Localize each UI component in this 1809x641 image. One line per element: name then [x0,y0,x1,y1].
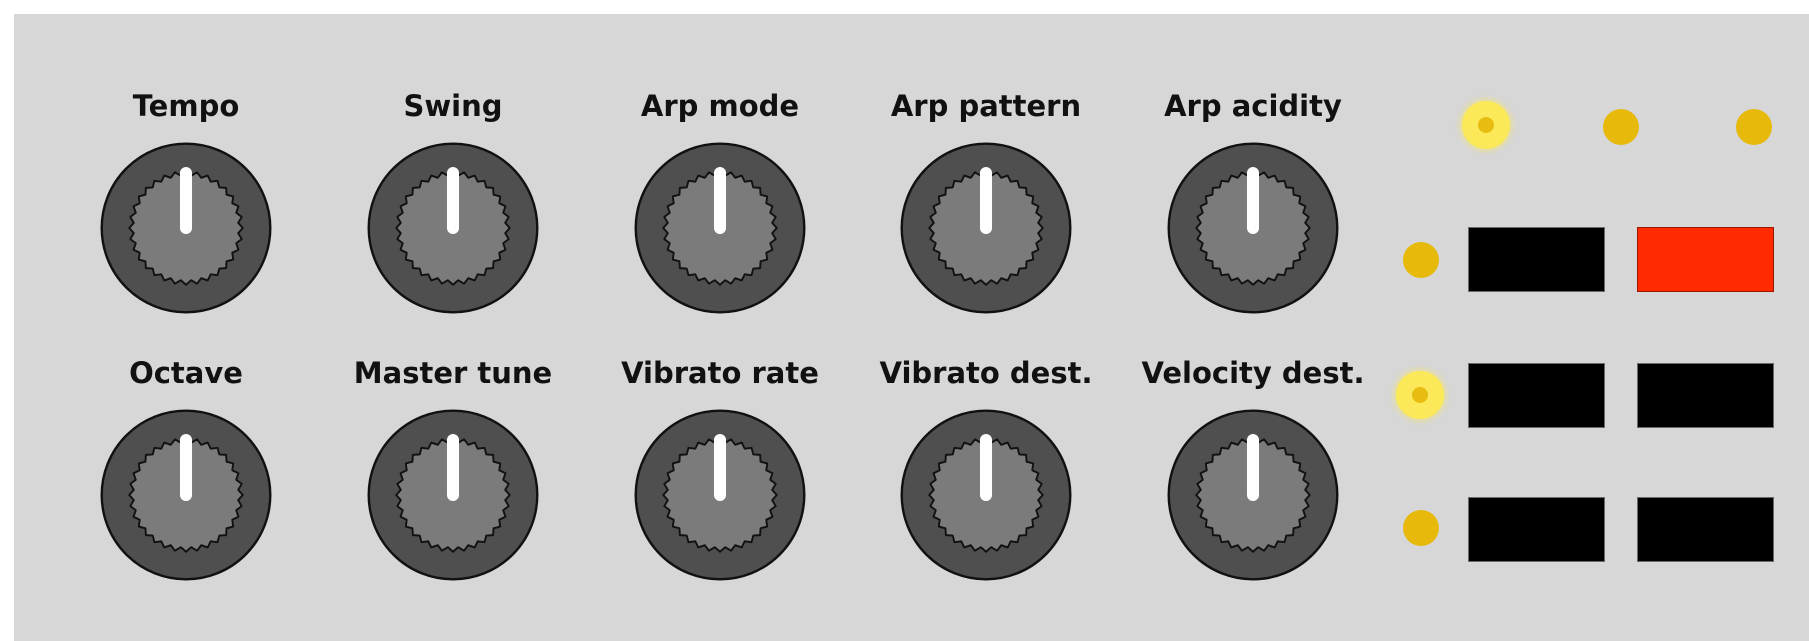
pad-3-1[interactable] [1468,497,1605,562]
knob-icon [900,409,1072,581]
knob-icon [900,142,1072,314]
tempo-label: Tempo [132,89,240,123]
pad-1-2[interactable] [1637,227,1774,292]
pad-2-1[interactable] [1468,363,1605,428]
knob-icon [367,409,539,581]
led-top-2 [1603,109,1639,145]
master-tune-label: Master tune [353,356,553,390]
vibrato-rate-label: Vibrato rate [621,356,819,390]
master-tune-knob[interactable] [367,409,539,581]
knob-icon [634,409,806,581]
pad-1-1[interactable] [1468,227,1605,292]
arp-acidity-label: Arp acidity [1164,89,1342,123]
arp-pattern-knob[interactable] [900,142,1072,314]
pad-3-2[interactable] [1637,497,1774,562]
swing-label: Swing [403,89,503,123]
tempo-knob[interactable] [100,142,272,314]
knob-icon [634,142,806,314]
arp-mode-label: Arp mode [640,89,800,123]
octave-knob[interactable] [100,409,272,581]
vibrato-dest-label: Vibrato dest. [879,356,1093,390]
knob-icon [367,142,539,314]
led-top-3 [1736,109,1772,145]
velocity-dest-label: Velocity dest. [1141,356,1365,390]
pad-2-2[interactable] [1637,363,1774,428]
velocity-dest-knob[interactable] [1167,409,1339,581]
vibrato-dest-knob[interactable] [900,409,1072,581]
octave-label: Octave [129,356,243,390]
knob-icon [100,142,272,314]
swing-knob[interactable] [367,142,539,314]
led-row-3 [1403,510,1439,546]
knob-icon [1167,409,1339,581]
arp-mode-knob[interactable] [634,142,806,314]
vibrato-rate-knob[interactable] [634,409,806,581]
arp-acidity-knob[interactable] [1167,142,1339,314]
led-top-1 [1462,101,1510,149]
arp-pattern-label: Arp pattern [890,89,1082,123]
led-row-2 [1396,371,1444,419]
led-row-1 [1403,242,1439,278]
knob-icon [1167,142,1339,314]
knob-icon [100,409,272,581]
